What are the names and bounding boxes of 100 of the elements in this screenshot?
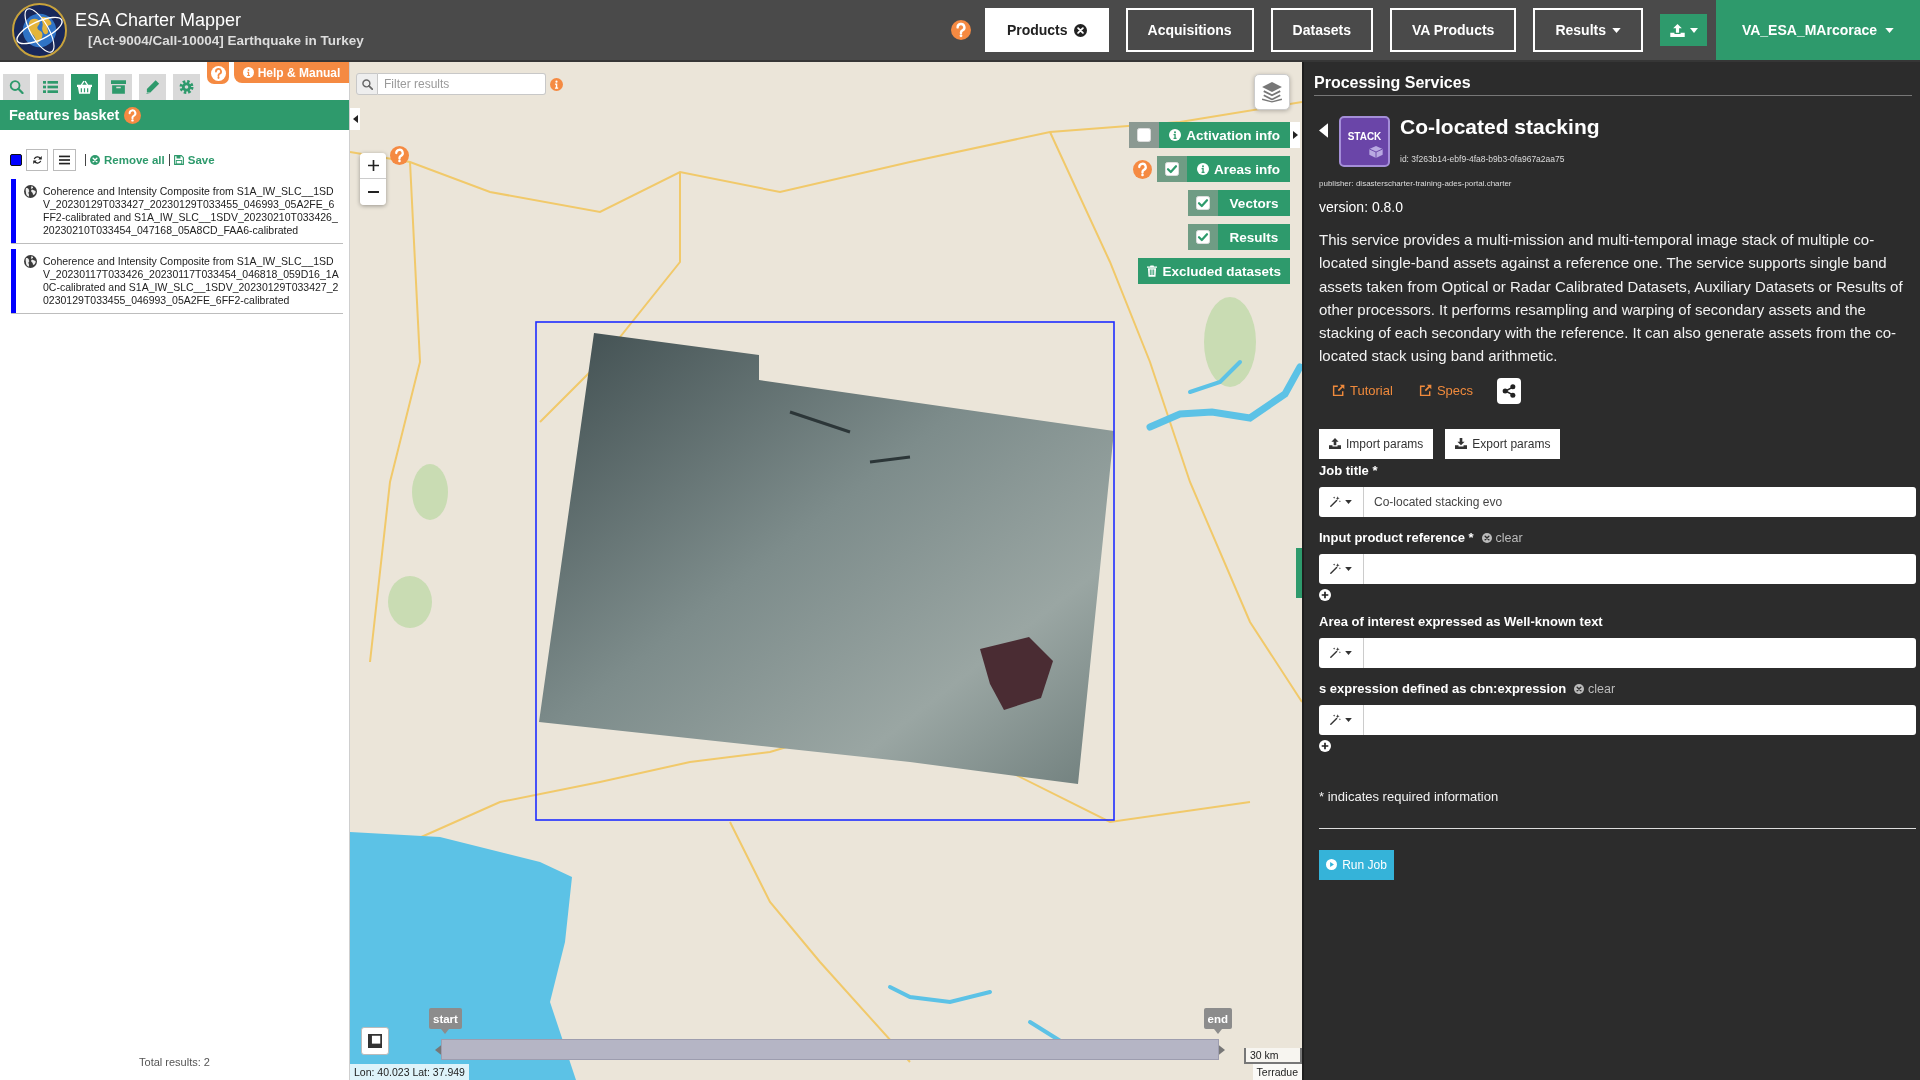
- search-icon: [361, 78, 373, 90]
- frame-icon: [368, 1034, 382, 1048]
- service-description: This service provides a multi-mission and multi-temporal image stack of multiple co-located single-band assets against a reference one. The service supports single band assets taken from Optical or Radar Calibrated Datasets, Auxiliary Datasets or Results of other processors. It performs resampling and warping of secondary assets and the stacking of each secondary with the reference. It can also generate assets from the co-located stack using band arithmetic.: [1319, 230, 1904, 367]
- nav-tab[interactable]: Products: [984, 8, 1109, 52]
- nav-tab[interactable]: Datasets: [1270, 8, 1373, 52]
- service-title: Co-located stacking: [1400, 114, 1600, 140]
- collapse-button[interactable]: [350, 108, 360, 130]
- caret-down-icon: [1885, 27, 1895, 33]
- layer-button[interactable]: Vectors: [1218, 190, 1290, 216]
- trash-icon: [1147, 265, 1158, 277]
- publisher-text: publisher: disasterscharter-training-ades-portal.charter: [1319, 178, 1512, 189]
- save-button[interactable]: Save: [173, 154, 215, 166]
- activation-title: [Act-9004/Call-10004] Earthquake in Turkey: [88, 32, 364, 50]
- params-button[interactable]: Import params: [1319, 428, 1434, 459]
- panel-heading: Processing Services: [1314, 74, 1912, 96]
- plus-circle-icon[interactable]: [1319, 588, 1331, 601]
- attribution-text: Terradue: [1252, 1064, 1302, 1080]
- version-text: version: 0.8.0: [1319, 198, 1404, 216]
- share-button[interactable]: [1497, 377, 1521, 404]
- info-icon: [550, 78, 563, 91]
- zoom-out-button[interactable]: [360, 179, 386, 205]
- total-results: Total results: 2: [138, 1056, 211, 1070]
- external-link-icon: [1418, 384, 1432, 398]
- remove-circle-icon: [90, 155, 100, 165]
- share-icon: [1502, 383, 1516, 398]
- field-label: s expression defined as cbn:expression: [1319, 680, 1567, 697]
- caret-right-icon: [1292, 131, 1298, 139]
- menu-button[interactable]: [53, 149, 76, 171]
- globe-emblem-icon: [12, 2, 67, 58]
- excluded-datasets-button[interactable]: Excluded datasets: [1138, 258, 1290, 284]
- search-icon: [9, 80, 24, 94]
- magic-wand-icon: [1330, 496, 1341, 508]
- layers-button[interactable]: [1254, 74, 1290, 110]
- basket-item-title: Coherence and Intensity Composite from S1A_IW_SLC__1SDV_20230129T033427_20230129T033455_046993_05A2FE_6FF2-calibrated and S1A_IW_SLC__1SDV_20230210T033426_20230210T033454_047168_05A8CD_FAA6-calibrated: [43, 185, 339, 237]
- field-label: Input product reference *: [1319, 529, 1474, 546]
- upload-icon: [1669, 23, 1685, 37]
- caret-down-icon: [1345, 566, 1352, 571]
- zoom-in-button[interactable]: [360, 153, 386, 179]
- upload-button[interactable]: [1660, 14, 1707, 46]
- globe-icon: [24, 255, 37, 268]
- basket-item-title: Coherence and Intensity Composite from S1A_IW_SLC__1SDV_20230117T033426_20230117T033454_046818_059D16_1A0C-calibrated and S1A_IW_SLC__1SDV_20230129T033427_20230129T033455_046993_05A2FE_6FF2-calibrated: [43, 255, 339, 307]
- layer-button[interactable]: Results: [1218, 224, 1290, 250]
- nav-tab[interactable]: Acquisitions: [1125, 8, 1254, 52]
- color-swatch-icon[interactable]: [10, 154, 22, 166]
- wand-dropdown[interactable]: [1319, 637, 1364, 668]
- layers-icon: [1261, 81, 1283, 103]
- nav-tab[interactable]: VA Products: [1389, 8, 1517, 52]
- magic-wand-icon: [1330, 714, 1341, 726]
- checkbox[interactable]: [1137, 128, 1152, 142]
- required-note: * indicates required information: [1319, 788, 1500, 805]
- checkbox[interactable]: [1164, 162, 1179, 176]
- caret-down-icon: [1689, 27, 1698, 33]
- layer-button[interactable]: Areas info: [1186, 156, 1290, 182]
- search-button[interactable]: [356, 73, 378, 95]
- refresh-button[interactable]: [26, 149, 48, 171]
- pencil-icon: [145, 80, 160, 94]
- basket-title: Features basket: [9, 107, 120, 123]
- timeline-track[interactable]: [441, 1039, 1219, 1060]
- gear-icon: [179, 80, 194, 94]
- tool-tab[interactable]: [71, 74, 98, 100]
- wand-dropdown[interactable]: [1319, 553, 1364, 584]
- wand-dropdown[interactable]: [1319, 486, 1364, 517]
- field-label: Area of interest expressed as Well-known text: [1319, 613, 1603, 630]
- text-input[interactable]: [1364, 637, 1916, 668]
- user-menu-button[interactable]: VA_ESA_MArcorace: [1716, 0, 1920, 60]
- filter-input[interactable]: Filter results: [378, 73, 546, 95]
- wand-dropdown[interactable]: [1319, 704, 1364, 735]
- magic-wand-icon: [1330, 647, 1341, 659]
- menu-icon: [59, 155, 70, 165]
- service-logo-text: STACK: [1347, 131, 1382, 143]
- clear-button[interactable]: clear: [1481, 530, 1523, 545]
- frame-button[interactable]: [361, 1027, 389, 1055]
- nav-tab[interactable]: Results: [1533, 8, 1643, 52]
- text-input[interactable]: [1364, 553, 1916, 584]
- checkbox[interactable]: [1196, 196, 1210, 210]
- service-id: id: 3f263b14-ebf9-4fa8-b9b3-0fa967a2aa75: [1400, 154, 1565, 165]
- plus-circle-icon[interactable]: [1319, 739, 1331, 752]
- text-input[interactable]: Co-located stacking evo: [1364, 486, 1916, 517]
- basket-item[interactable]: Coherence and Intensity Composite from S1A_IW_SLC__1SDV_20230117T033426_20230117T033454_046818_059D16_1A0C-calibrated and S1A_IW_SLC__1SDV_20230129T033427_20230129T033455_046993_05A2FE_6FF2-calibrated: [11, 249, 343, 314]
- remove-all-button[interactable]: Remove all: [90, 154, 165, 166]
- text-input[interactable]: [1364, 704, 1916, 735]
- params-button[interactable]: Export params: [1445, 428, 1561, 459]
- expand-button[interactable]: [1290, 122, 1300, 148]
- app-title: ESA Charter Mapper: [75, 9, 243, 31]
- basket-icon: [77, 80, 92, 94]
- layer-button[interactable]: Activation info: [1159, 122, 1290, 148]
- text-link[interactable]: Tutorial: [1332, 383, 1393, 399]
- field-label: Job title *: [1319, 462, 1378, 479]
- download-icon: [1455, 438, 1468, 450]
- list-icon: [43, 80, 58, 94]
- help-icon[interactable]: [950, 20, 971, 40]
- basket-item[interactable]: Coherence and Intensity Composite from S1A_IW_SLC__1SDV_20230129T033427_20230129T033455_046993_05A2FE_6FF2-calibrated and S1A_IW_SLC__1SDV_20230210T033426_20230210T033454_047168_05A8CD_FAA6-calibrated: [11, 179, 343, 244]
- text-link[interactable]: Specs: [1418, 383, 1473, 399]
- coordinates-readout: Lon: 40.023 Lat: 37.949: [350, 1064, 469, 1080]
- caret-down-icon: [1345, 717, 1352, 722]
- upload-icon: [1329, 438, 1341, 450]
- back-caret-icon[interactable]: [1319, 123, 1328, 138]
- play-circle-icon: [1326, 859, 1338, 871]
- clear-button[interactable]: clear: [1574, 681, 1616, 696]
- checkbox[interactable]: [1196, 230, 1210, 244]
